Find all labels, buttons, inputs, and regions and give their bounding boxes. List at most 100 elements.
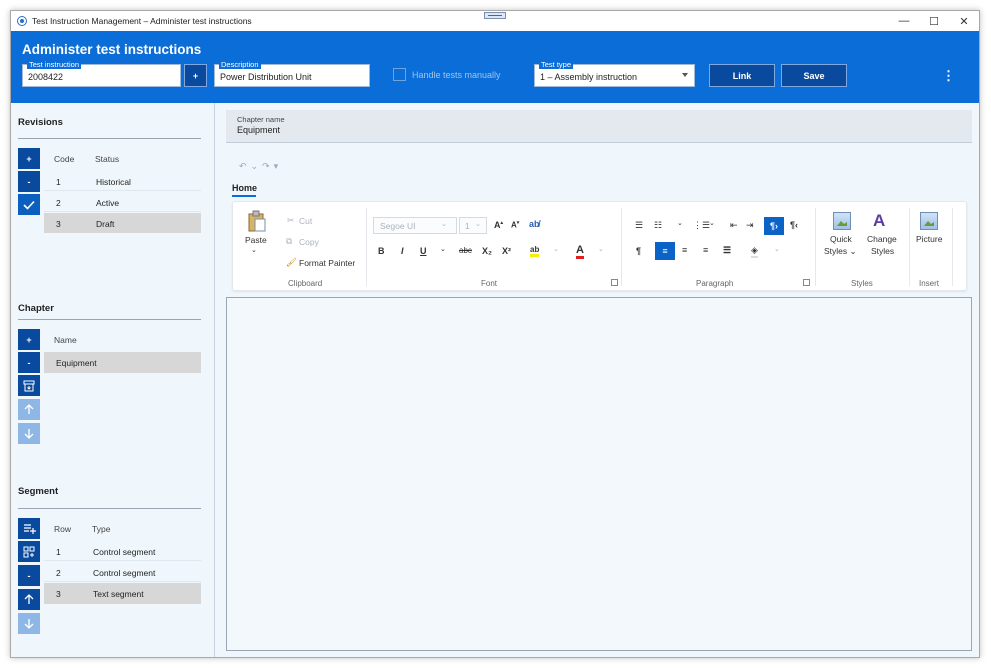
align-left-icon[interactable]: ≡ [655, 242, 675, 260]
change-styles-button-line2[interactable]: Styles [871, 246, 894, 256]
table-row[interactable]: 3 Text segment [44, 583, 201, 604]
show-formatting-icon[interactable]: ¶ [636, 246, 641, 256]
superscript-button[interactable]: X² [502, 246, 511, 256]
bullets-icon[interactable]: ☰ [635, 220, 643, 231]
add-row-segment-button[interactable] [18, 518, 40, 539]
divider [909, 208, 910, 286]
paragraph-dialog-launcher-icon[interactable] [803, 279, 810, 286]
revision-status: Active [96, 198, 120, 208]
quick-access-toolbar: ↶⌄↷▾ [239, 161, 282, 172]
description-field[interactable]: Description Power Distribution Unit [214, 60, 370, 87]
ltr-direction-icon[interactable]: ¶› [764, 217, 784, 235]
decrease-indent-icon[interactable]: ⇤ [730, 220, 738, 231]
chapter-name-field[interactable]: Chapter name Equipment [226, 110, 972, 143]
shrink-font-icon[interactable]: A▾ [511, 220, 519, 230]
shading-icon[interactable]: ◈ [751, 245, 758, 258]
remove-revision-button[interactable]: - [18, 171, 40, 192]
chevron-down-icon[interactable]: ⌄ [440, 245, 446, 253]
move-segment-down-button[interactable] [18, 613, 40, 634]
move-segment-up-button[interactable] [18, 589, 40, 610]
rich-text-editor[interactable] [226, 297, 972, 651]
test-instruction-field[interactable]: Test instruction 2008422 [22, 60, 181, 87]
multilevel-list-icon[interactable]: ⋮☰ [693, 220, 710, 231]
arrow-down-icon [24, 429, 34, 439]
chevron-down-icon[interactable]: ⌄ [251, 246, 257, 254]
more-options-icon[interactable]: ⋮ [942, 69, 955, 82]
justify-icon[interactable]: ☰ [723, 245, 731, 256]
cut-button[interactable]: Cut [299, 216, 312, 226]
add-revision-button[interactable]: + [18, 148, 40, 169]
chevron-down-icon[interactable]: ⌄ [251, 161, 263, 171]
page-title: Administer test instructions [22, 42, 202, 57]
change-styles-button[interactable]: Change [867, 234, 897, 244]
quick-styles-button[interactable]: Quick [830, 234, 852, 244]
format-painter-button[interactable]: Format Painter [299, 258, 355, 268]
numbering-icon[interactable]: ☷ [654, 220, 662, 231]
copy-button[interactable]: Copy [299, 237, 319, 247]
font-color-icon[interactable]: A [576, 244, 584, 259]
subscript-button[interactable]: X₂ [482, 246, 492, 256]
clear-format-icon[interactable]: ab̸ [529, 219, 540, 229]
ribbon: Paste ⌄ ✂ Cut ⧉ Copy 🖌 Format Painter Cl… [232, 201, 967, 291]
link-button[interactable]: Link [709, 64, 775, 87]
chevron-down-icon[interactable]: ⌄ [598, 245, 604, 253]
chevron-down-icon[interactable]: ⌄ [774, 245, 780, 253]
font-dialog-launcher-icon[interactable] [611, 279, 618, 286]
redo-icon[interactable]: ↷ [262, 161, 274, 171]
approve-revision-button[interactable] [18, 194, 40, 215]
maximize-button[interactable]: ☐ [919, 11, 949, 31]
paste-button[interactable]: Paste [245, 235, 267, 245]
column-header-code: Code [54, 154, 75, 164]
font-size-select[interactable]: 1 ⌄ [459, 217, 487, 234]
picture-button[interactable]: Picture [916, 234, 942, 244]
add-test-instruction-button[interactable]: + [184, 64, 207, 87]
highlight-icon[interactable]: ab [530, 245, 540, 257]
tab-home[interactable]: Home [232, 183, 257, 193]
underline-button[interactable]: U [420, 246, 427, 256]
chevron-down-icon[interactable]: ⌄ [709, 219, 715, 227]
add-chapter-button[interactable]: + [18, 329, 40, 350]
quick-styles-icon[interactable] [833, 212, 851, 230]
archive-chapter-button[interactable] [18, 375, 40, 396]
increase-indent-icon[interactable]: ⇥ [746, 220, 754, 231]
chevron-down-icon [682, 73, 688, 77]
table-row[interactable]: 1 Control segment [44, 541, 201, 561]
drag-handle-icon[interactable] [484, 12, 506, 19]
table-row[interactable]: 2 Control segment [44, 562, 201, 582]
align-center-icon[interactable]: ≡ [682, 245, 687, 255]
close-button[interactable]: ✕ [949, 11, 979, 31]
save-button[interactable]: Save [781, 64, 847, 87]
move-chapter-down-button[interactable] [18, 423, 40, 444]
strikethrough-button[interactable]: abc [459, 246, 472, 255]
minimize-button[interactable]: — [889, 11, 919, 31]
bold-button[interactable]: B [378, 246, 385, 256]
add-grid-segment-button[interactable] [18, 541, 40, 562]
divider [18, 319, 201, 320]
handle-manually-checkbox[interactable] [393, 68, 406, 81]
customize-icon[interactable]: ▾ [274, 161, 283, 171]
undo-icon[interactable]: ↶ [239, 161, 251, 171]
test-instruction-value: 2008422 [28, 72, 64, 82]
divider [815, 208, 816, 286]
chevron-down-icon[interactable]: ⌄ [553, 245, 559, 253]
rtl-direction-icon[interactable]: ¶‹ [790, 220, 798, 230]
column-header-row: Row [54, 524, 72, 534]
table-row[interactable]: 1 Historical [44, 171, 201, 191]
remove-segment-button[interactable]: - [18, 565, 40, 586]
paste-icon [248, 210, 266, 232]
align-right-icon[interactable]: ≡ [703, 245, 708, 255]
table-row[interactable]: 3 Draft [44, 213, 201, 233]
move-chapter-up-button[interactable] [18, 399, 40, 420]
change-styles-icon[interactable]: A [873, 211, 885, 231]
quick-styles-button-line2[interactable]: Styles ⌄ [824, 246, 857, 257]
italic-button[interactable]: I [401, 246, 404, 256]
grow-font-icon[interactable]: A▴ [494, 220, 503, 230]
test-type-select[interactable]: Test type 1 – Assembly instruction [534, 60, 695, 87]
picture-icon[interactable] [920, 212, 938, 230]
font-family-select[interactable]: Segoe UI ⌄ [373, 217, 457, 234]
panel-divider[interactable] [214, 103, 215, 657]
remove-chapter-button[interactable]: - [18, 352, 40, 373]
chevron-down-icon[interactable]: ⌄ [677, 219, 683, 227]
table-row[interactable]: Equipment [44, 352, 201, 373]
table-row[interactable]: 2 Active [44, 192, 201, 212]
